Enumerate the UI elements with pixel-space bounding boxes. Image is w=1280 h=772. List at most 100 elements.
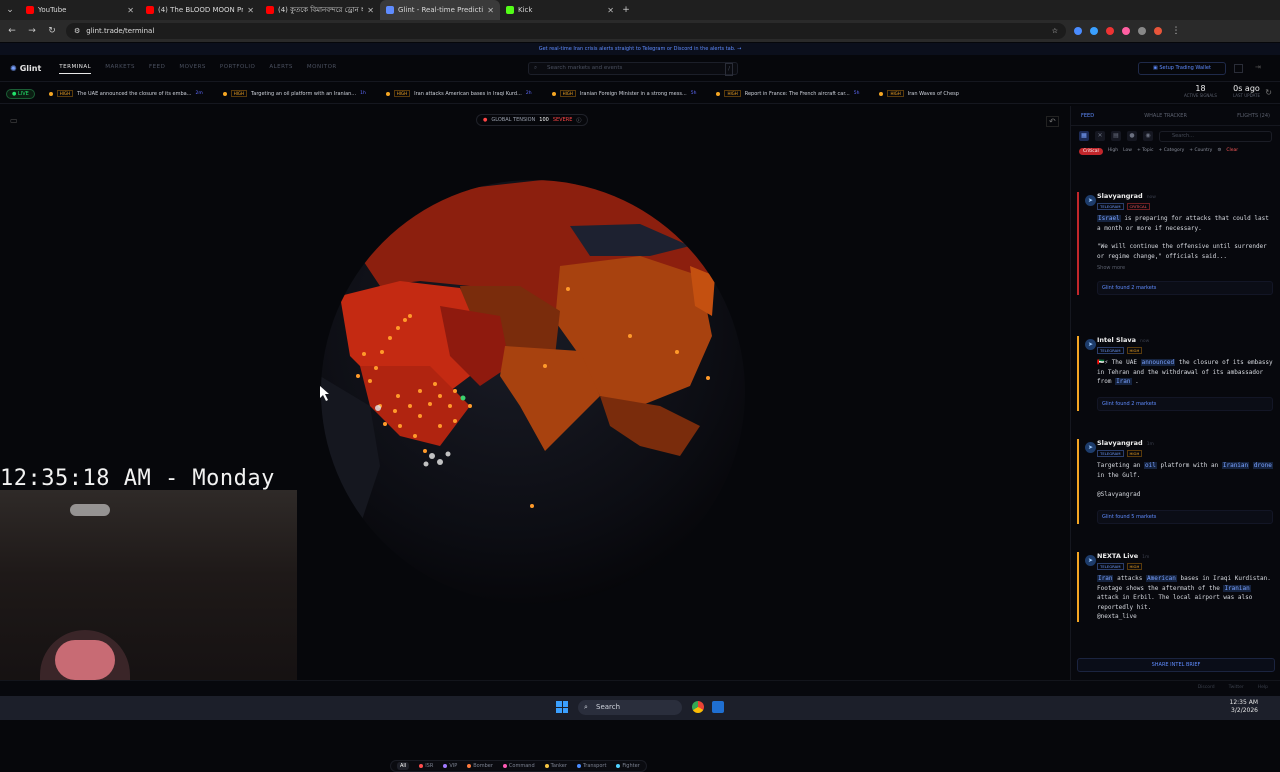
keyword-highlight: oil <box>1143 462 1157 469</box>
browser-tab[interactable]: YouTube ✕ <box>20 0 140 20</box>
related-markets-link[interactable]: Glint found 2 markets <box>1097 396 1273 411</box>
feed-card[interactable]: ➤ NEXTA Live 1m TELEGRAM HIGH Iran attacks Am… <box>1077 552 1273 622</box>
body-text: 🇦🇪⚡ The UAE <box>1097 359 1141 366</box>
related-markets-link[interactable]: Glint found 5 markets <box>1097 509 1273 524</box>
tab-close-icon[interactable]: ✕ <box>607 6 614 15</box>
filter-chip-settings[interactable]: ⚙ <box>1217 148 1221 155</box>
filter-chip-high[interactable]: High <box>1108 148 1118 155</box>
share-intel-button[interactable]: SHARE INTEL BRIEF <box>1077 658 1275 672</box>
profile-avatar[interactable] <box>1154 27 1162 35</box>
feed-search-input[interactable]: Search... <box>1159 130 1272 142</box>
footer-link-help[interactable]: Help <box>1258 685 1268 690</box>
active-signals-stat: 18 ACTIVE SIGNALS <box>1184 84 1217 98</box>
footer-link-twitter[interactable]: Twitter <box>1229 685 1244 690</box>
feed-card[interactable]: ➤ Intel Slava now TELEGRAM HIGH 🇦🇪⚡ The UAE a… <box>1077 336 1273 411</box>
panel-tab-feed[interactable]: FEED <box>1081 113 1094 119</box>
nav-tab-alerts[interactable]: ALERTS <box>269 64 293 74</box>
market-search-input[interactable]: ⌕ Search markets and events / <box>528 62 738 76</box>
ticker-text: Report in France: The French aircraft ca… <box>744 90 850 97</box>
nav-tab-monitor[interactable]: MONITOR <box>307 64 337 74</box>
telegram-source-icon[interactable]: ● <box>1127 131 1137 141</box>
grid-view-icon[interactable]: ▦ <box>1079 131 1089 141</box>
filter-bomber[interactable]: Bomber <box>467 763 493 769</box>
tab-close-icon[interactable]: ✕ <box>487 6 494 15</box>
browser-menu-icon[interactable]: ⋮ <box>1170 26 1182 36</box>
tab-close-icon[interactable]: ✕ <box>247 6 254 15</box>
back-icon[interactable]: ← <box>6 26 18 36</box>
tab-close-icon[interactable]: ✕ <box>367 6 374 15</box>
bookmark-star-icon[interactable]: ☆ <box>1052 27 1058 35</box>
browser-tab[interactable]: Kick ✕ <box>500 0 620 20</box>
extension-icon[interactable] <box>1090 27 1098 35</box>
ticker-item[interactable]: HIGH Targeting an oil platform with an Ir… <box>222 90 366 97</box>
forward-icon[interactable]: → <box>26 26 38 36</box>
setup-wallet-button[interactable]: ▣ Setup Trading Wallet <box>1138 62 1226 75</box>
filter-isr[interactable]: ISR <box>419 763 433 769</box>
footer-link-discord[interactable]: Discord <box>1198 685 1215 690</box>
nav-tab-movers[interactable]: MOVERS <box>179 64 206 74</box>
glint-logo[interactable]: ✺ Glint <box>10 64 41 73</box>
app-taskbar-icon[interactable] <box>712 701 724 713</box>
card-body: Targeting an oil platform with an Irania… <box>1097 461 1273 480</box>
filter-transport[interactable]: Transport <box>576 763 606 769</box>
extension-icon[interactable] <box>1138 27 1146 35</box>
system-clock[interactable]: 12:35 AM 3/2/2026 <box>1230 699 1258 715</box>
news-source-icon[interactable]: ▤ <box>1111 131 1121 141</box>
panel-tab-flights-24[interactable]: FLIGHTS (24) <box>1237 113 1270 119</box>
refresh-icon[interactable]: ↻ <box>1265 88 1272 97</box>
tab-title: Kick <box>518 6 533 14</box>
extension-icon[interactable] <box>1106 27 1114 35</box>
severity-tag: HIGH <box>559 90 576 97</box>
browser-tab[interactable]: Glint - Real-time Prediction Ma✕ <box>380 0 500 20</box>
ticker-item[interactable]: HIGH The UAE announced the closure of its… <box>48 90 203 97</box>
filter-vip[interactable]: VIP <box>443 763 457 769</box>
filter-command[interactable]: Command <box>502 763 535 769</box>
x-source-icon[interactable]: ✕ <box>1095 131 1105 141</box>
logout-icon[interactable]: ⇥ <box>1255 63 1261 71</box>
filter-chip-category[interactable]: + Category <box>1159 148 1185 155</box>
feed-card[interactable]: ➤ Slavyangrad now TELEGRAM CRITICAL Israel is… <box>1077 192 1273 295</box>
nav-tab-feed[interactable]: FEED <box>149 64 165 74</box>
address-bar[interactable]: ⚙ glint.trade/terminal ☆ <box>66 23 1066 39</box>
filter-chip-critical[interactable]: Critical <box>1079 148 1103 155</box>
taskbar-search[interactable]: ⌕ Search <box>578 700 682 715</box>
panel-tab-whale-tracker[interactable]: WHALE TRACKER <box>1144 113 1187 119</box>
extension-icon[interactable] <box>1074 27 1082 35</box>
site-info-icon[interactable]: ⚙ <box>74 27 80 35</box>
nav-tab-portfolio[interactable]: PORTFOLIO <box>220 64 255 74</box>
filter-chip-clear[interactable]: Clear <box>1226 148 1238 155</box>
tag-critical: CRITICAL <box>1126 203 1150 210</box>
browser-tab[interactable]: (4) The BLOOD MOON Prop ✕ <box>140 0 260 20</box>
telegram-avatar-icon: ➤ <box>1085 555 1096 566</box>
chrome-taskbar-icon[interactable] <box>692 701 704 713</box>
browser-toolbar: ← → ↻ ⚙ glint.trade/terminal ☆ ⋮ <box>0 20 1280 42</box>
extension-icon[interactable] <box>1122 27 1130 35</box>
related-markets-link[interactable]: Glint found 2 markets <box>1097 281 1273 295</box>
tab-menu-icon[interactable]: ⌄ <box>0 5 20 15</box>
filter-chip-topic[interactable]: + Topic <box>1137 148 1154 155</box>
eye-icon[interactable]: ◉ <box>1143 131 1153 141</box>
filter-chip-country[interactable]: + Country <box>1189 148 1212 155</box>
nav-tab-markets[interactable]: MARKETS <box>105 64 135 74</box>
filter-tanker[interactable]: Tanker <box>544 763 567 769</box>
tab-close-icon[interactable]: ✕ <box>127 6 134 15</box>
layout-icon[interactable] <box>1234 64 1243 73</box>
tab-title: YouTube <box>38 6 67 14</box>
reload-icon[interactable]: ↻ <box>46 26 58 36</box>
feed-card[interactable]: ➤ Slavyangrad 1m TELEGRAM HIGH Targeting an o… <box>1077 439 1273 524</box>
feed-filter-chips: Critical High Low + Topic + Category + Countr… <box>1071 146 1280 157</box>
card-tags: TELEGRAM CRITICAL <box>1097 203 1273 210</box>
filter-chip-low[interactable]: Low <box>1123 148 1132 155</box>
browser-tab[interactable]: (4) কুতকে বিমানবন্দরে ড্রোন হা ✕ <box>260 0 380 20</box>
filter-fighter[interactable]: Fighter <box>616 763 640 769</box>
ticker-item[interactable]: HIGH Report in France: The French aircraf… <box>716 90 859 97</box>
windows-start-icon[interactable] <box>556 701 568 713</box>
new-tab-button[interactable]: + <box>620 5 632 15</box>
nav-tab-terminal[interactable]: TERMINAL <box>59 64 92 74</box>
alert-banner[interactable]: Get real-time Iran crisis alerts straigh… <box>0 43 1280 55</box>
ticker-item[interactable]: HIGH Iranian Foreign Minister in a strong… <box>551 90 696 97</box>
filter-all[interactable]: All <box>397 762 410 770</box>
ticker-item[interactable]: HIGH Iran Waves of Chesp <box>879 90 963 97</box>
ticker-item[interactable]: HIGH Iran attacks American bases in Iraqi… <box>385 90 532 97</box>
show-more-link[interactable]: Show more <box>1097 265 1273 271</box>
